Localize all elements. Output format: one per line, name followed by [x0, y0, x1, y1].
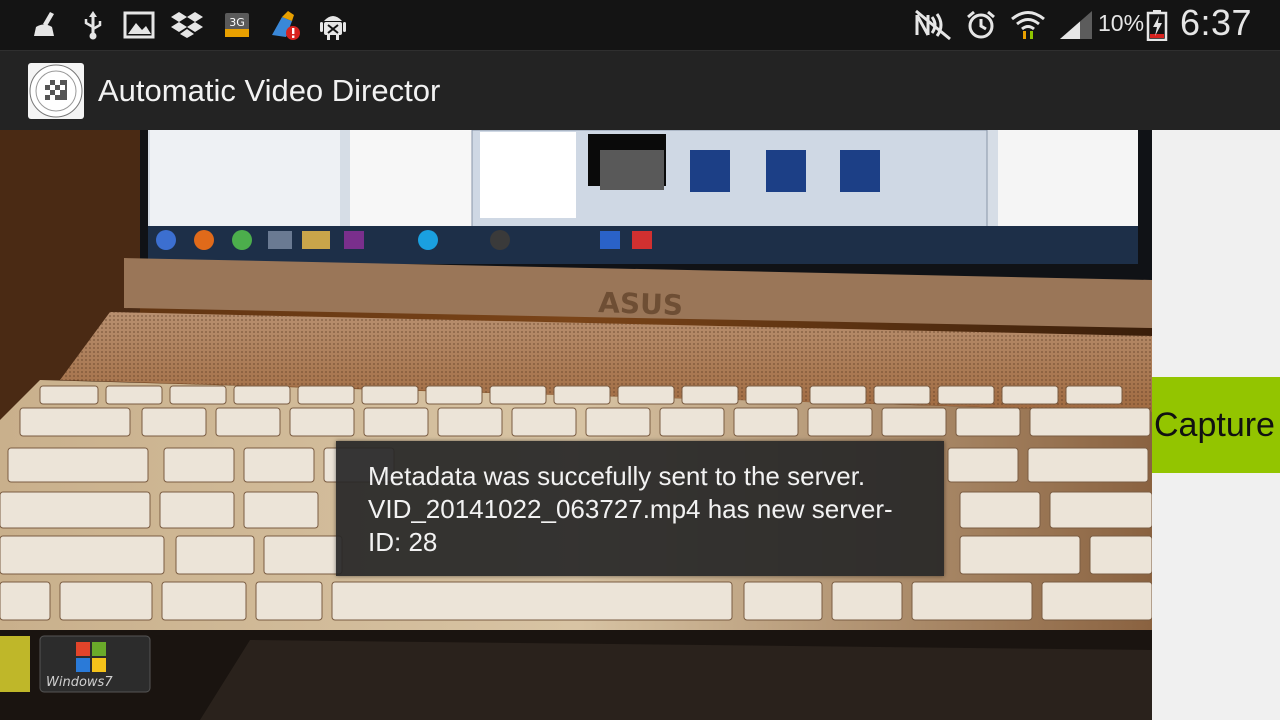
- app-title: Automatic Video Director: [98, 73, 441, 108]
- capture-button-label: Capture: [1154, 405, 1275, 444]
- toast-notification: Metadata was succefully sent to the serv…: [336, 441, 944, 576]
- status-bar: 3G 10% 6:37: [0, 0, 1280, 50]
- alarm-icon: [964, 9, 998, 41]
- broom-icon: [30, 9, 64, 41]
- 3g-icon: 3G: [222, 9, 256, 41]
- android-debug-icon: [316, 9, 350, 41]
- windows7-sticker-label: Windows7: [46, 675, 113, 690]
- battery-percent: 10%: [1098, 10, 1145, 36]
- wifi-icon: [1010, 9, 1045, 41]
- svg-text:3G: 3G: [229, 16, 245, 29]
- capture-button[interactable]: Capture: [1152, 377, 1280, 473]
- app-logo-icon: [28, 63, 84, 119]
- action-bar: Automatic Video Director: [0, 50, 1280, 130]
- laptop-brand-label: ASUS: [598, 286, 684, 322]
- battery-charging-icon: [1144, 9, 1172, 41]
- clock: 6:37: [1180, 2, 1253, 43]
- signal-icon: [1058, 9, 1092, 41]
- nfc-off-icon: [914, 9, 951, 41]
- dropbox-icon: [170, 9, 204, 41]
- camera-preview: ASUS Windows7: [0, 130, 1152, 720]
- image-icon: [122, 9, 156, 41]
- toast-message: Metadata was succefully sent to the serv…: [368, 461, 893, 557]
- cleaner-alert-icon: [268, 9, 302, 41]
- usb-icon: [76, 9, 110, 41]
